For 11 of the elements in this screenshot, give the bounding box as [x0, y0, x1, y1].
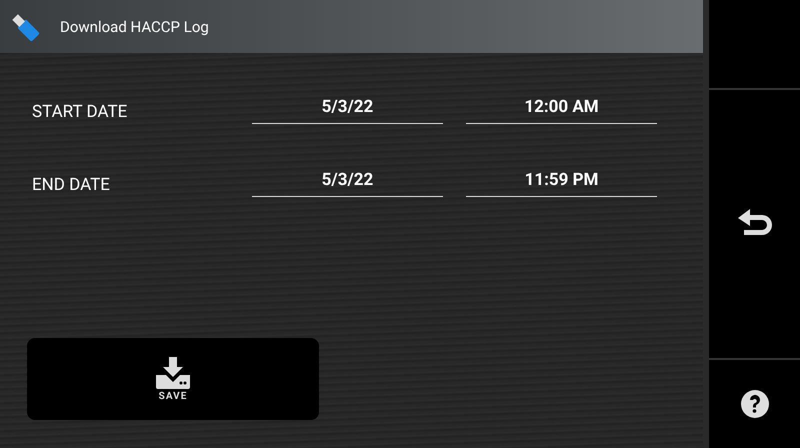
save-button[interactable]: SAVE	[27, 338, 319, 420]
time-field[interactable]: 12:00 AM	[466, 97, 657, 124]
window-title: Download HACCP Log	[60, 18, 209, 36]
date-field[interactable]: 5/3/22	[252, 170, 443, 197]
help-button[interactable]	[740, 390, 768, 418]
field-label: START DATE	[32, 102, 128, 124]
help-icon	[740, 390, 768, 418]
download-icon	[156, 356, 190, 388]
field-label: END DATE	[32, 175, 111, 197]
time-field[interactable]: 11:59 PM	[466, 170, 657, 197]
date-field[interactable]: 5/3/22	[252, 97, 443, 124]
